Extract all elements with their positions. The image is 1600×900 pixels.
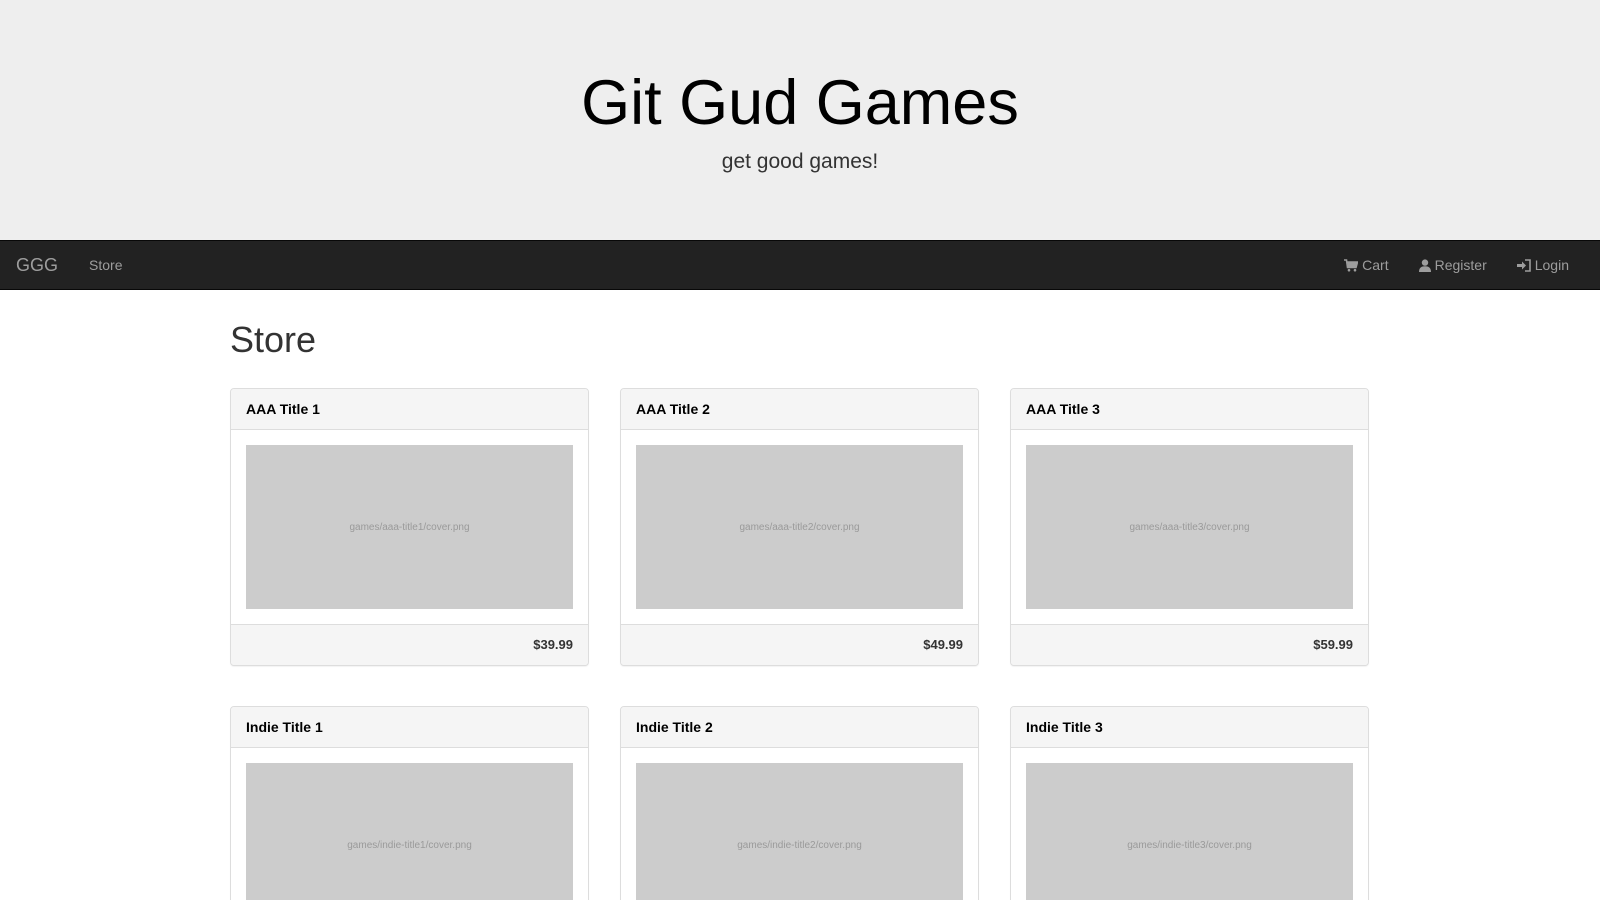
cover-alt-text: games/indie-title3/cover.png [1127,839,1252,851]
navbar-right: Cart Register Login [1329,241,1600,289]
cart-icon [1344,258,1359,271]
nav-login-label: Login [1534,257,1569,273]
cover-alt-text: games/aaa-title2/cover.png [739,521,860,533]
nav-login-link[interactable]: Login [1502,257,1600,273]
page-title: Store [230,319,317,360]
nav-cart-link[interactable]: Cart [1329,257,1403,273]
main-content: Store AAA Title 1 games/aaa-title1/cover… [230,290,1370,900]
game-card[interactable]: AAA Title 2 games/aaa-title2/cover.png $… [620,388,979,666]
game-cover-image[interactable]: games/indie-title3/cover.png [1026,763,1353,900]
game-card-body: games/aaa-title3/cover.png [1011,430,1368,624]
navbar: GGG Store Cart Register Login [0,240,1600,290]
site-header: Git Gud Games get good games! [0,0,1600,240]
game-title: Indie Title 1 [231,707,588,748]
cover-alt-text: games/indie-title1/cover.png [347,839,472,851]
game-card[interactable]: Indie Title 2 games/indie-title2/cover.p… [620,706,979,900]
login-icon [1516,258,1531,272]
game-title: Indie Title 2 [621,707,978,748]
game-price: $49.99 [621,624,978,665]
cover-alt-text: games/indie-title2/cover.png [737,839,862,851]
game-cover-image[interactable]: games/indie-title1/cover.png [246,763,573,900]
game-cover-image[interactable]: games/aaa-title2/cover.png [636,445,963,609]
game-card-body: games/indie-title3/cover.png [1011,748,1368,900]
nav-register-link[interactable]: Register [1404,257,1502,273]
game-card[interactable]: Indie Title 3 games/indie-title3/cover.p… [1010,706,1369,900]
game-card-body: games/indie-title2/cover.png [621,748,978,900]
game-price: $39.99 [231,624,588,665]
game-cover-image[interactable]: games/indie-title2/cover.png [636,763,963,900]
game-price: $59.99 [1011,624,1368,665]
navbar-brand[interactable]: GGG [0,255,74,276]
game-card-body: games/aaa-title1/cover.png [231,430,588,624]
user-icon [1418,258,1431,272]
game-title: AAA Title 2 [621,389,978,430]
game-title: AAA Title 3 [1011,389,1368,430]
site-tagline: get good games! [721,150,879,173]
nav-register-label: Register [1434,257,1487,273]
game-card[interactable]: Indie Title 1 games/indie-title1/cover.p… [230,706,589,900]
nav-cart-label: Cart [1362,257,1389,273]
navbar-left: GGG Store [0,241,137,289]
game-card-body: games/indie-title1/cover.png [231,748,588,900]
game-cover-image[interactable]: games/aaa-title1/cover.png [246,445,573,609]
game-grid: AAA Title 1 games/aaa-title1/cover.png $… [230,388,1370,900]
game-title: AAA Title 1 [231,389,588,430]
nav-store-link[interactable]: Store [74,257,137,273]
game-card-body: games/aaa-title2/cover.png [621,430,978,624]
game-title: Indie Title 3 [1011,707,1368,748]
game-cover-image[interactable]: games/aaa-title3/cover.png [1026,445,1353,609]
cover-alt-text: games/aaa-title3/cover.png [1129,521,1250,533]
game-card[interactable]: AAA Title 3 games/aaa-title3/cover.png $… [1010,388,1369,666]
cover-alt-text: games/aaa-title1/cover.png [349,521,470,533]
site-title: Git Gud Games [581,68,1019,138]
game-card[interactable]: AAA Title 1 games/aaa-title1/cover.png $… [230,388,589,666]
